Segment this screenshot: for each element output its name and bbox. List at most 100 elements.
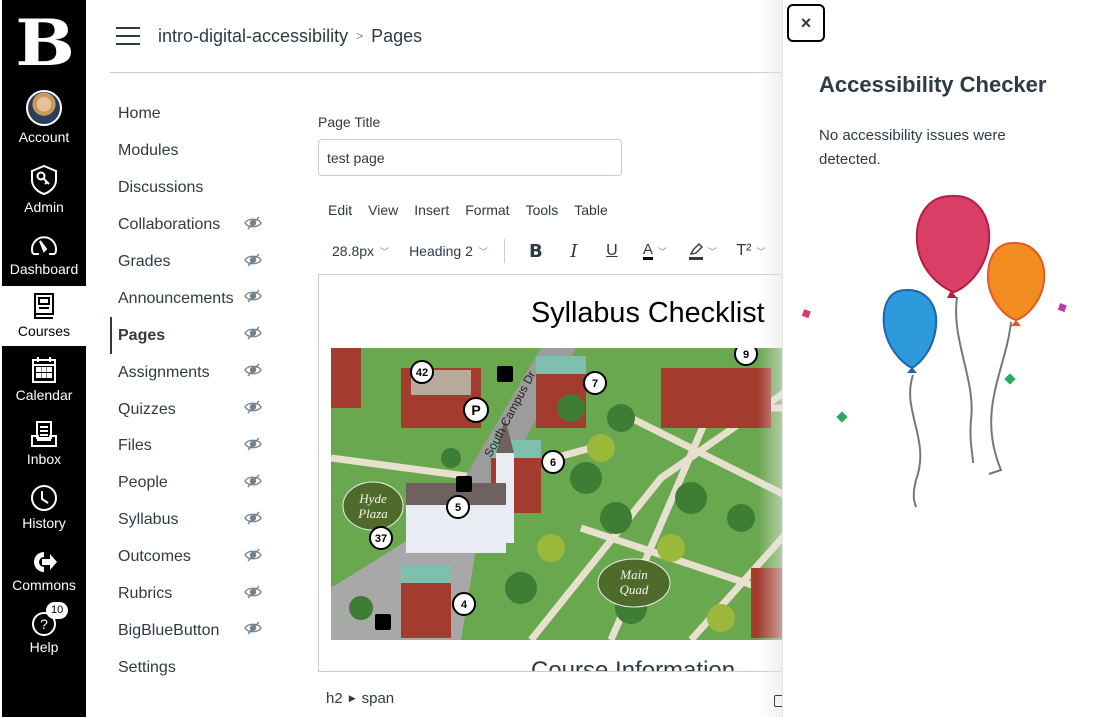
course-nav-item-home[interactable]: Home [110, 96, 270, 133]
eye-slash-icon [244, 363, 262, 382]
close-button[interactable]: × [787, 4, 825, 42]
content-heading: Syllabus Checklist [531, 297, 765, 329]
editor-toolbar: 28.8px ﹀ Heading 2 ﹀ B I U A ﹀ ﹀ T² ﹀ [318, 236, 788, 266]
course-nav-item-people[interactable]: People [110, 465, 270, 502]
text-color-button[interactable]: A ﹀ [631, 242, 679, 260]
course-nav-item-rubrics[interactable]: Rubrics [110, 576, 270, 613]
course-nav-item-files[interactable]: Files [110, 428, 270, 465]
course-nav-label: BigBlueButton [118, 621, 220, 639]
course-nav-label: Outcomes [118, 548, 191, 566]
page-editor: Page Title Edit View Insert Format Tools… [318, 0, 800, 717]
gnav-help[interactable]: ? 10 Help [2, 602, 86, 662]
institution-logo[interactable]: B [2, 0, 86, 88]
svg-text:9: 9 [743, 349, 749, 361]
menu-format[interactable]: Format [465, 202, 509, 218]
gnav-dashboard[interactable]: Dashboard [2, 224, 86, 284]
course-nav-item-modules[interactable]: Modules [110, 133, 270, 170]
course-nav-label: Syllabus [118, 511, 179, 529]
highlighter-icon [688, 242, 703, 260]
svg-text:P: P [471, 402, 480, 418]
course-nav-item-collaborations[interactable]: Collaborations [110, 207, 270, 244]
course-nav-item-announcements[interactable]: Announcements [110, 280, 270, 317]
superscript-button[interactable]: T² ﹀ [727, 242, 775, 260]
page-title-input[interactable] [318, 139, 622, 176]
course-nav-label: Announcements [118, 289, 234, 307]
course-nav-label: Quizzes [118, 400, 176, 418]
eye-slash-icon [244, 400, 262, 419]
highlight-color-button[interactable]: ﹀ [679, 242, 727, 260]
chevron-down-icon: ﹀ [657, 246, 667, 257]
course-nav-item-bigbluebutton[interactable]: BigBlueButton [110, 612, 270, 649]
gnav-commons[interactable]: Commons [2, 540, 86, 600]
course-nav-item-pages[interactable]: Pages [110, 317, 270, 355]
course-nav-label: Rubrics [118, 585, 173, 603]
italic-icon: I [570, 240, 578, 262]
bold-button[interactable]: B [517, 241, 555, 262]
svg-text:37: 37 [375, 533, 387, 545]
gnav-inbox[interactable]: Inbox [2, 414, 86, 474]
page-title-label: Page Title [318, 114, 381, 130]
rich-content-area[interactable]: Syllabus Checklist 42 7 9 6 5 37 4 P Hyde Pla [318, 274, 788, 672]
italic-button[interactable]: I [555, 241, 593, 262]
eye-slash-icon [244, 474, 262, 493]
gnav-account[interactable]: Account [2, 90, 86, 152]
course-nav: Home Modules Discussions Collaborations Grad… [110, 96, 270, 686]
help-badge: 10 [46, 602, 69, 619]
eye-slash-icon [244, 326, 262, 345]
editor-menubar: Edit View Insert Format Tools Table [328, 202, 624, 218]
menu-tools[interactable]: Tools [526, 202, 559, 218]
course-nav-item-quizzes[interactable]: Quizzes [110, 391, 270, 428]
course-nav-item-settings[interactable]: Settings [110, 649, 270, 686]
inbox-icon [30, 414, 58, 448]
course-nav-label: Discussions [118, 179, 204, 197]
menu-edit[interactable]: Edit [328, 202, 352, 218]
svg-text:7: 7 [592, 378, 598, 390]
balloons-illustration [801, 194, 1067, 508]
menu-toggle-button[interactable] [116, 27, 140, 45]
path-arrow-icon: ▶ [348, 693, 356, 703]
chevron-down-icon: ﹀ [380, 246, 390, 257]
block-format-select[interactable]: Heading 2 ﹀ [409, 243, 488, 259]
toolbar-divider [503, 239, 505, 263]
course-nav-label: Pages [118, 326, 166, 344]
global-nav: B Account Admin Dashboard Courses Calend… [0, 0, 86, 717]
underline-button[interactable]: U [593, 242, 631, 260]
balloon-orange-icon [986, 241, 1046, 326]
commons-arrow-icon [30, 540, 58, 574]
bold-icon: B [529, 240, 543, 262]
chevron-down-icon: ﹀ [756, 246, 766, 257]
tray-title: Accessibility Checker [819, 72, 1047, 97]
course-nav-item-outcomes[interactable]: Outcomes [110, 539, 270, 576]
svg-text:Plaza: Plaza [357, 506, 388, 521]
course-nav-item-discussions[interactable]: Discussions [110, 170, 270, 207]
path-span[interactable]: span [362, 690, 395, 707]
gnav-courses[interactable]: Courses [2, 286, 86, 346]
gnav-history[interactable]: History [2, 478, 86, 538]
course-nav-item-syllabus[interactable]: Syllabus [110, 502, 270, 539]
course-nav-label: Home [118, 105, 161, 123]
menu-insert[interactable]: Insert [414, 202, 449, 218]
eye-slash-icon [244, 289, 262, 308]
eye-slash-icon [244, 216, 262, 235]
svg-text:Quad: Quad [620, 582, 649, 597]
svg-text:Main: Main [619, 567, 647, 582]
eye-slash-icon [244, 548, 262, 567]
menu-table[interactable]: Table [574, 202, 607, 218]
course-nav-label: People [118, 474, 168, 492]
svg-text:Hyde: Hyde [358, 491, 387, 506]
course-nav-label: Files [118, 437, 152, 455]
menu-view[interactable]: View [368, 202, 398, 218]
svg-text:6: 6 [550, 457, 556, 469]
eye-slash-icon [244, 253, 262, 272]
balloon-red-icon [915, 194, 991, 298]
course-nav-item-grades[interactable]: Grades [110, 244, 270, 281]
course-nav-label: Modules [118, 142, 179, 160]
gnav-calendar[interactable]: Calendar [2, 350, 86, 410]
book-icon [32, 286, 56, 320]
path-h2[interactable]: h2 [326, 690, 343, 707]
calendar-icon [31, 350, 57, 384]
eye-slash-icon [244, 585, 262, 604]
gnav-admin[interactable]: Admin [2, 162, 86, 222]
font-size-select[interactable]: 28.8px ﹀ [332, 243, 389, 259]
course-nav-item-assignments[interactable]: Assignments [110, 354, 270, 391]
